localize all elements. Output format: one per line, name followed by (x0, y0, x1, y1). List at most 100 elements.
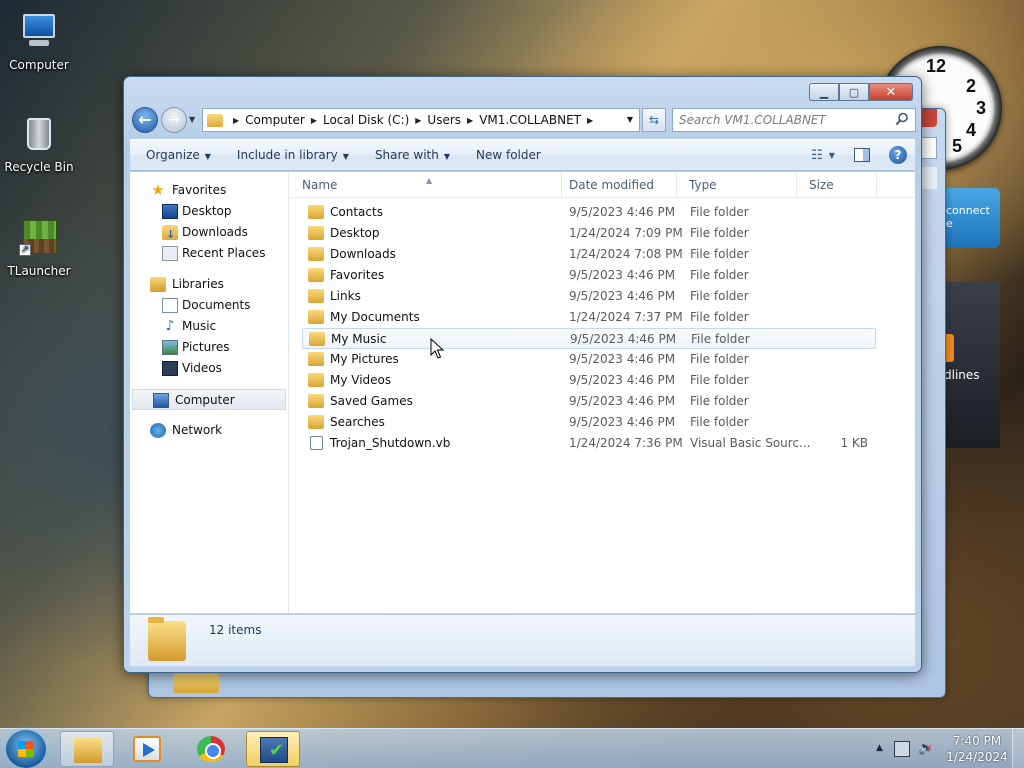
folder-icon (207, 113, 223, 127)
computer-icon (153, 393, 169, 408)
desktop-icon-recycle-bin[interactable]: Recycle Bin (0, 112, 78, 174)
network-status-icon[interactable] (894, 741, 910, 757)
share-with-button[interactable]: Share with ▼ (365, 142, 460, 168)
explorer-window[interactable]: ▁ ▢ ✕ ← → ▼ ▶ Computer ▶ Local Disk (C:)… (123, 76, 922, 673)
music-icon: ♪ (165, 318, 175, 334)
desktop-icon-label: TLauncher (7, 264, 71, 278)
nav-item-documents[interactable]: Documents (130, 295, 288, 316)
nav-item-pictures[interactable]: Pictures (130, 337, 288, 358)
folder-icon (308, 352, 324, 366)
help-icon[interactable]: ? (889, 146, 907, 164)
organize-button[interactable]: Organize ▼ (136, 142, 221, 168)
breadcrumb-vm1-collabnet[interactable]: VM1.COLLABNET (479, 113, 581, 127)
volume-muted-icon[interactable]: 🔈 (918, 741, 934, 757)
chevron-right-icon[interactable]: ▶ (415, 116, 421, 125)
file-type: File folder (690, 310, 749, 324)
show-hidden-icons-icon[interactable]: ▲ (876, 743, 883, 753)
start-button[interactable] (6, 730, 46, 768)
folder-icon (308, 310, 324, 324)
connect-gadget[interactable]: connect e (940, 188, 1000, 248)
nav-item-downloads[interactable]: Downloads (130, 222, 288, 245)
include-in-library-button[interactable]: Include in library ▼ (227, 142, 359, 168)
taskbar: ▲ 🔈 7:40 PM 1/24/2024 (0, 728, 1024, 768)
file-row[interactable]: Saved Games 9/5/2023 4:46 PM File folder (302, 391, 876, 412)
tlauncher-icon: ↗ (17, 216, 61, 260)
news-gadget[interactable]: dlines (940, 282, 1000, 448)
nav-favorites[interactable]: ★ Favorites (130, 180, 288, 201)
nav-item-label: Desktop (182, 204, 232, 218)
breadcrumb-users[interactable]: Users (427, 113, 461, 127)
folder-icon (308, 394, 324, 408)
nav-item-videos[interactable]: Videos (130, 358, 288, 379)
forward-button[interactable]: → (161, 107, 187, 133)
include-in-library-label: Include in library (236, 148, 338, 162)
breadcrumb-computer[interactable]: Computer (245, 113, 305, 127)
file-row[interactable]: Favorites 9/5/2023 4:46 PM File folder (302, 265, 876, 286)
nav-item-recent-places[interactable]: Recent Places (130, 243, 288, 264)
nav-item-desktop[interactable]: Desktop (130, 201, 288, 222)
preview-pane-icon[interactable] (847, 144, 877, 166)
nav-network[interactable]: Network (130, 420, 288, 441)
nav-item-music[interactable]: ♪ Music (130, 316, 288, 337)
chevron-right-icon[interactable]: ▶ (587, 116, 593, 125)
search-box[interactable] (672, 108, 916, 132)
desktop-icon-tlauncher[interactable]: ↗ TLauncher (0, 216, 78, 278)
taskbar-installer[interactable] (246, 731, 300, 767)
desktop-icon-label: Computer (9, 58, 69, 72)
file-row[interactable]: Links 9/5/2023 4:46 PM File folder (302, 286, 876, 307)
windows-explorer-icon (74, 737, 102, 763)
back-button[interactable]: ← (132, 107, 158, 133)
file-row[interactable]: My Pictures 9/5/2023 4:46 PM File folder (302, 349, 876, 370)
taskbar-chrome[interactable] (184, 731, 238, 767)
file-name: My Documents (330, 310, 420, 324)
chevron-right-icon[interactable]: ▶ (233, 116, 239, 125)
maximize-button[interactable]: ▢ (839, 83, 869, 101)
file-row[interactable]: Desktop 1/24/2024 7:09 PM File folder (302, 223, 876, 244)
chevron-right-icon[interactable]: ▶ (467, 116, 473, 125)
taskbar-clock[interactable]: 7:40 PM 1/24/2024 (944, 733, 1010, 765)
nav-computer[interactable]: Computer (132, 389, 286, 410)
new-folder-button[interactable]: New folder (466, 142, 551, 168)
column-header-date[interactable]: Date modified (557, 172, 677, 198)
file-name: Desktop (330, 226, 380, 240)
file-row[interactable]: Downloads 1/24/2024 7:08 PM File folder (302, 244, 876, 265)
search-input[interactable] (679, 110, 889, 130)
taskbar-explorer[interactable] (60, 731, 114, 767)
folder-icon (308, 205, 324, 219)
file-row[interactable]: My Music 9/5/2023 4:46 PM File folder (302, 328, 876, 349)
file-row[interactable]: Searches 9/5/2023 4:46 PM File folder (302, 412, 876, 433)
change-view-icon[interactable]: ☷ ▼ (805, 144, 841, 166)
nav-item-label: Documents (182, 298, 251, 312)
documents-icon (162, 298, 178, 313)
close-button[interactable]: ✕ (869, 83, 913, 101)
nav-item-label: Recent Places (182, 246, 266, 260)
taskbar-media-player[interactable] (120, 731, 174, 767)
file-name: My Pictures (330, 352, 399, 366)
clock-number: 12 (926, 56, 947, 76)
file-row[interactable]: Contacts 9/5/2023 4:46 PM File folder (302, 202, 876, 223)
desktop-icon-computer[interactable]: Computer (0, 10, 78, 72)
column-header-type[interactable]: Type (677, 172, 797, 198)
nav-item-label: Music (182, 319, 217, 333)
nav-libraries-label: Libraries (172, 277, 224, 291)
clock-time: 7:40 PM (952, 734, 1002, 748)
file-type: File folder (690, 394, 749, 408)
search-icon[interactable] (895, 112, 909, 126)
breadcrumb-local-disk[interactable]: Local Disk (C:) (323, 113, 409, 127)
column-header-label: Type (689, 178, 717, 192)
recent-pages-dropdown-icon[interactable]: ▼ (189, 115, 195, 124)
file-row[interactable]: My Documents 1/24/2024 7:37 PM File folder (302, 307, 876, 328)
file-row[interactable]: My Videos 9/5/2023 4:46 PM File folder (302, 370, 876, 391)
chevron-right-icon[interactable]: ▶ (311, 116, 317, 125)
address-dropdown-icon[interactable]: ▼ (627, 115, 633, 124)
nav-libraries[interactable]: Libraries (130, 274, 288, 295)
address-bar[interactable]: ▶ Computer ▶ Local Disk (C:) ▶ Users ▶ V… (202, 108, 640, 132)
show-desktop-button[interactable] (1012, 729, 1024, 768)
file-row[interactable]: Trojan_Shutdown.vb 1/24/2024 7:36 PM Visua… (302, 433, 876, 454)
refresh-button[interactable]: ⇆ (642, 108, 666, 132)
minimize-button[interactable]: ▁ (809, 83, 839, 101)
column-header-name[interactable]: Name ▲ (290, 172, 562, 198)
desktop-icon (162, 204, 178, 219)
column-header-size[interactable]: Size (797, 172, 877, 198)
mouse-cursor-icon (430, 338, 444, 359)
